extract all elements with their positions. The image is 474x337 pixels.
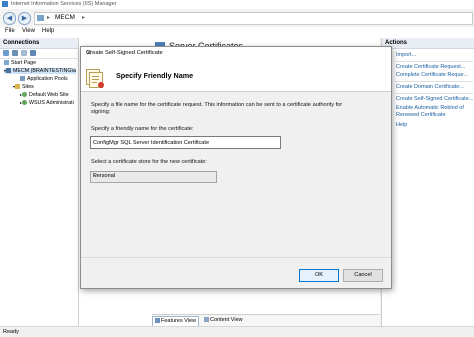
iis-app-icon (2, 1, 8, 7)
action-create-self-signed-certificate[interactable]: Create Self-Signed Certificate... (396, 96, 473, 102)
chevron-down-icon: ⌄ (93, 173, 99, 179)
tab-label: Content View (210, 317, 243, 323)
address-path: MECM (55, 14, 75, 21)
connect-icon[interactable] (3, 50, 9, 56)
dialog-titlebar: Create Self-Signed Certificate ✕ (81, 47, 391, 59)
friendly-name-label: Specify a friendly name for the certific… (91, 126, 194, 132)
content-view-icon (204, 317, 209, 323)
refresh-icon[interactable] (21, 50, 27, 56)
action-help[interactable]: Help (396, 122, 407, 128)
description-line-1: Specify a file name for the certificate … (91, 102, 343, 108)
action-renewed-certificate[interactable]: Renewed Certificate (396, 112, 446, 118)
address-bar: ◀ ▶ ▸ MECM ▸ (0, 9, 474, 28)
start-page-icon (4, 60, 9, 66)
forward-icon[interactable]: ▶ (18, 12, 31, 25)
certificate-seal (98, 82, 104, 88)
address-field[interactable]: ▸ MECM ▸ (34, 12, 473, 25)
friendly-name-input[interactable] (91, 137, 280, 148)
tree-label: MECM (BRAINTESTING\a (13, 68, 76, 74)
menu-file[interactable]: File (5, 28, 15, 34)
certificate-line (92, 79, 99, 80)
actions-header: Actions (382, 38, 474, 49)
globe-icon (22, 100, 28, 106)
action-separator (395, 93, 473, 94)
server-tree-icon (37, 15, 44, 21)
ok-button[interactable]: OK (299, 269, 339, 282)
connect-server-icon[interactable] (30, 50, 36, 56)
globe-icon (22, 92, 28, 98)
dialog-button-area: OK Cancel (81, 257, 391, 289)
features-view-icon (155, 318, 160, 324)
actions-pane: Actions Import... Create Certificate Req… (381, 38, 474, 326)
address-separator-2: ▸ (82, 15, 86, 21)
save-icon[interactable] (12, 50, 18, 56)
dialog-banner: Specify Friendly Name (81, 59, 391, 92)
tree-label: Sites (22, 84, 34, 90)
menu-help[interactable]: Help (42, 28, 54, 34)
tree-item-start-page[interactable]: Start Page (4, 60, 36, 66)
tree-item-application-pools[interactable]: Application Pools (20, 76, 68, 82)
close-icon[interactable]: ✕ (86, 49, 388, 57)
tree-label: WSUS Administrati (29, 100, 74, 106)
tree-item-sites[interactable]: ▾ Sites (13, 84, 34, 90)
action-separator (395, 61, 473, 62)
connections-toolbar (0, 48, 78, 59)
description-line-2: signing: (91, 109, 111, 115)
tree-label: Application Pools (27, 76, 68, 82)
dialog-heading: Specify Friendly Name (116, 71, 194, 80)
friendly-name-field[interactable] (90, 136, 281, 149)
action-create-domain-certificate[interactable]: Create Domain Certificate... (396, 84, 464, 90)
certificate-line (92, 76, 99, 77)
window-title: Internet Information Services (IIS) Mana… (11, 1, 117, 7)
server-icon (6, 68, 12, 74)
tree-label: Start Page (11, 60, 37, 66)
application-pools-icon (20, 76, 25, 82)
certificate-store-select[interactable]: Personal ⌄ (90, 171, 217, 183)
certificate-store-label: Select a certificate store for the new c… (91, 159, 207, 165)
tab-label: Features View (161, 318, 197, 324)
view-tabs: Features View Content View (152, 314, 380, 327)
status-text: Ready (3, 329, 19, 335)
tree-item-server[interactable]: ▾ MECM (BRAINTESTING\a (4, 68, 76, 74)
tree-item-default-web-site[interactable]: ▸ Default Web Site (20, 92, 69, 98)
action-import[interactable]: Import... (396, 52, 416, 58)
connections-pane: Connections Start Page ▾ MECM (BRAINTESTI… (0, 38, 79, 326)
menu-view[interactable]: View (22, 28, 35, 34)
cancel-button[interactable]: Cancel (343, 269, 383, 282)
action-complete-certificate-request[interactable]: Complete Certificate Reque... (396, 72, 468, 78)
tab-content-view[interactable]: Content View (202, 316, 245, 325)
action-separator (395, 81, 473, 82)
action-enable-automatic-rebind[interactable]: Enable Automatic Rebind of (396, 105, 464, 111)
create-self-signed-certificate-dialog: Create Self-Signed Certificate ✕ Specify… (80, 46, 392, 289)
certificate-line (92, 82, 97, 83)
tree-label: Default Web Site (29, 92, 69, 98)
action-create-certificate-request[interactable]: Create Certificate Request... (396, 64, 465, 70)
status-bar: Ready (0, 326, 474, 337)
sites-folder-icon (15, 84, 21, 90)
address-separator: ▸ (47, 15, 51, 21)
back-icon[interactable]: ◀ (3, 12, 16, 25)
tree-item-wsus-administration[interactable]: ▸ WSUS Administrati (20, 100, 74, 106)
